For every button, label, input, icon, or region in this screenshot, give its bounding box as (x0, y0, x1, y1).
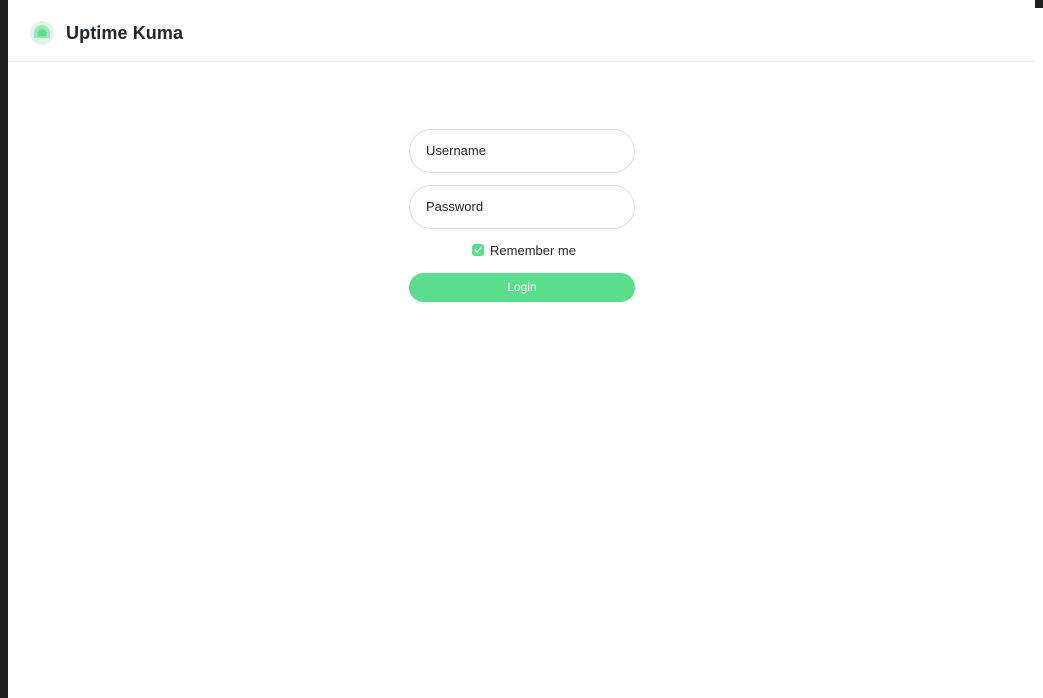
username-field[interactable]: Username (409, 129, 635, 173)
remember-me-checkbox[interactable] (472, 244, 485, 256)
username-placeholder: Username (426, 143, 486, 158)
brand-home-link[interactable]: Uptime Kuma (29, 20, 183, 46)
top-header: Uptime Kuma (8, 0, 1035, 62)
browser-viewport (0, 0, 1043, 698)
remember-me-option[interactable]: Remember me (409, 241, 635, 259)
password-field[interactable]: Password (409, 185, 635, 229)
remember-me-label: Remember me (490, 242, 576, 258)
app-title: Uptime Kuma (66, 22, 184, 43)
password-placeholder: Password (426, 199, 484, 214)
login-form: Username Password Remember me Login (409, 129, 635, 302)
login-button[interactable]: Login (409, 273, 635, 302)
uptime-kuma-logo-icon (29, 20, 55, 46)
checkmark-icon (474, 247, 482, 253)
